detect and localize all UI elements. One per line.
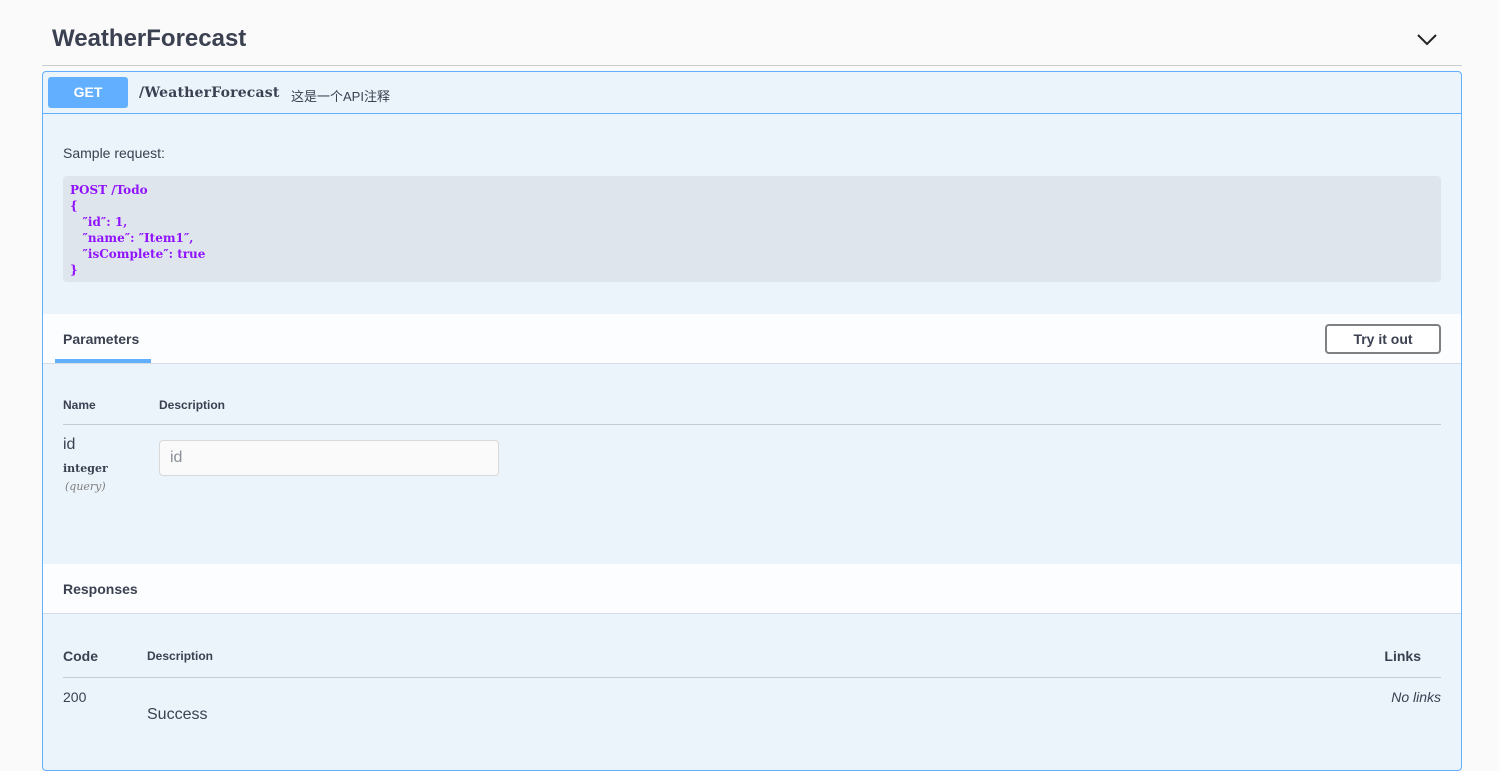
operation-block: GET /WeatherForecast 这是一个API注释 Sample re… [42,71,1462,771]
column-header-response-description: Description [147,649,214,663]
operation-summary-text: 这是一个API注释 [291,89,390,104]
responses-header: Responses [43,564,1461,614]
try-it-out-button[interactable]: Try it out [1325,324,1441,354]
divider [63,424,1441,425]
response-description: Success [147,706,208,723]
divider [63,677,1441,678]
operation-path: /WeatherForecast [139,85,280,101]
tag-title[interactable]: WeatherForecast [52,25,246,53]
column-header-links: Links [1384,648,1421,664]
sample-request-label: Sample request: [63,145,165,161]
parameter-name: id [63,436,76,453]
chevron-down-icon[interactable] [1416,30,1438,48]
parameters-tab[interactable]: Parameters [63,331,139,347]
parameter-location: (query) [65,480,106,493]
response-links: No links [1391,689,1441,705]
column-header-description: Description [159,398,226,412]
column-header-code: Code [63,648,98,664]
operation-summary[interactable]: GET /WeatherForecast 这是一个API注释 [43,72,1461,114]
method-badge: GET [48,77,128,108]
tag-header[interactable]: WeatherForecast [42,14,1462,66]
response-code: 200 [63,689,87,705]
responses-title: Responses [63,581,138,597]
sample-code-block: POST /Todo { ″id″: 1, ″name″: ″Item1″, ″… [63,176,1441,282]
id-input[interactable] [159,440,499,476]
parameters-header: Parameters Try it out [43,314,1461,364]
parameter-type: integer [63,462,108,475]
tab-underline [55,359,151,363]
column-header-name: Name [63,398,96,412]
